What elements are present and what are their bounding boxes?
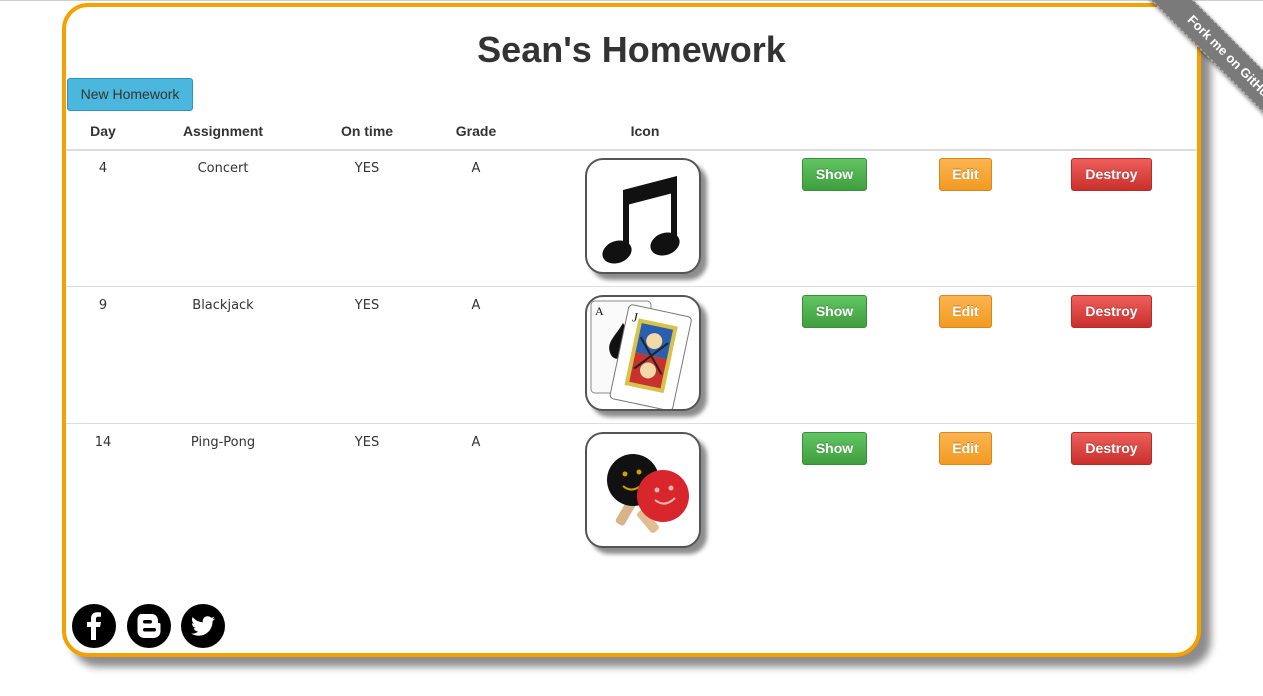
page-title: Sean's Homework [477, 29, 786, 70]
column-header-grade: Grade [455, 123, 497, 139]
edit-button[interactable]: Edit [939, 432, 992, 465]
cell-grade: A [471, 298, 481, 313]
cell-grade: A [471, 435, 481, 450]
destroy-button[interactable]: Destroy [1071, 295, 1152, 328]
edit-button[interactable]: Edit [939, 295, 992, 328]
column-header-day: Day [90, 123, 116, 139]
cell-day: 9 [98, 298, 108, 313]
cell-on-time: YES [354, 435, 380, 450]
destroy-button[interactable]: Destroy [1071, 158, 1152, 191]
ping-pong-paddles-icon [585, 432, 701, 548]
new-homework-button[interactable]: New Homework [67, 78, 193, 111]
cell-assignment: Concert [197, 161, 249, 176]
row-divider [66, 423, 1197, 424]
music-note-icon [585, 158, 701, 274]
top-divider [0, 0, 1263, 1]
github-ribbon: Fork me on GitHub [1123, 0, 1263, 140]
twitter-icon[interactable] [181, 604, 225, 648]
facebook-icon[interactable] [72, 604, 116, 648]
edit-button[interactable]: Edit [939, 158, 992, 191]
show-button[interactable]: Show [802, 295, 867, 328]
column-header-assignment: Assignment [182, 123, 264, 139]
fork-me-on-github-link[interactable]: Fork me on GitHub [1149, 0, 1263, 140]
show-button[interactable]: Show [802, 158, 867, 191]
column-header-on-time: On time [340, 123, 394, 139]
row-divider [66, 286, 1197, 287]
cell-assignment: Ping-Pong [190, 435, 256, 450]
cell-grade: A [471, 161, 481, 176]
cell-day: 4 [98, 161, 108, 176]
svg-text:A: A [595, 304, 604, 318]
cell-on-time: YES [354, 161, 380, 176]
homework-card: Sean's Homework New Homework Day Assignm… [62, 3, 1201, 657]
cell-on-time: YES [354, 298, 380, 313]
blogger-icon[interactable] [127, 604, 171, 648]
playing-cards-icon: A J [585, 295, 701, 411]
show-button[interactable]: Show [802, 432, 867, 465]
destroy-button[interactable]: Destroy [1071, 432, 1152, 465]
column-header-icon: Icon [630, 123, 660, 139]
cell-day: 14 [94, 435, 112, 450]
header-divider [66, 149, 1197, 151]
cell-assignment: Blackjack [192, 298, 254, 313]
